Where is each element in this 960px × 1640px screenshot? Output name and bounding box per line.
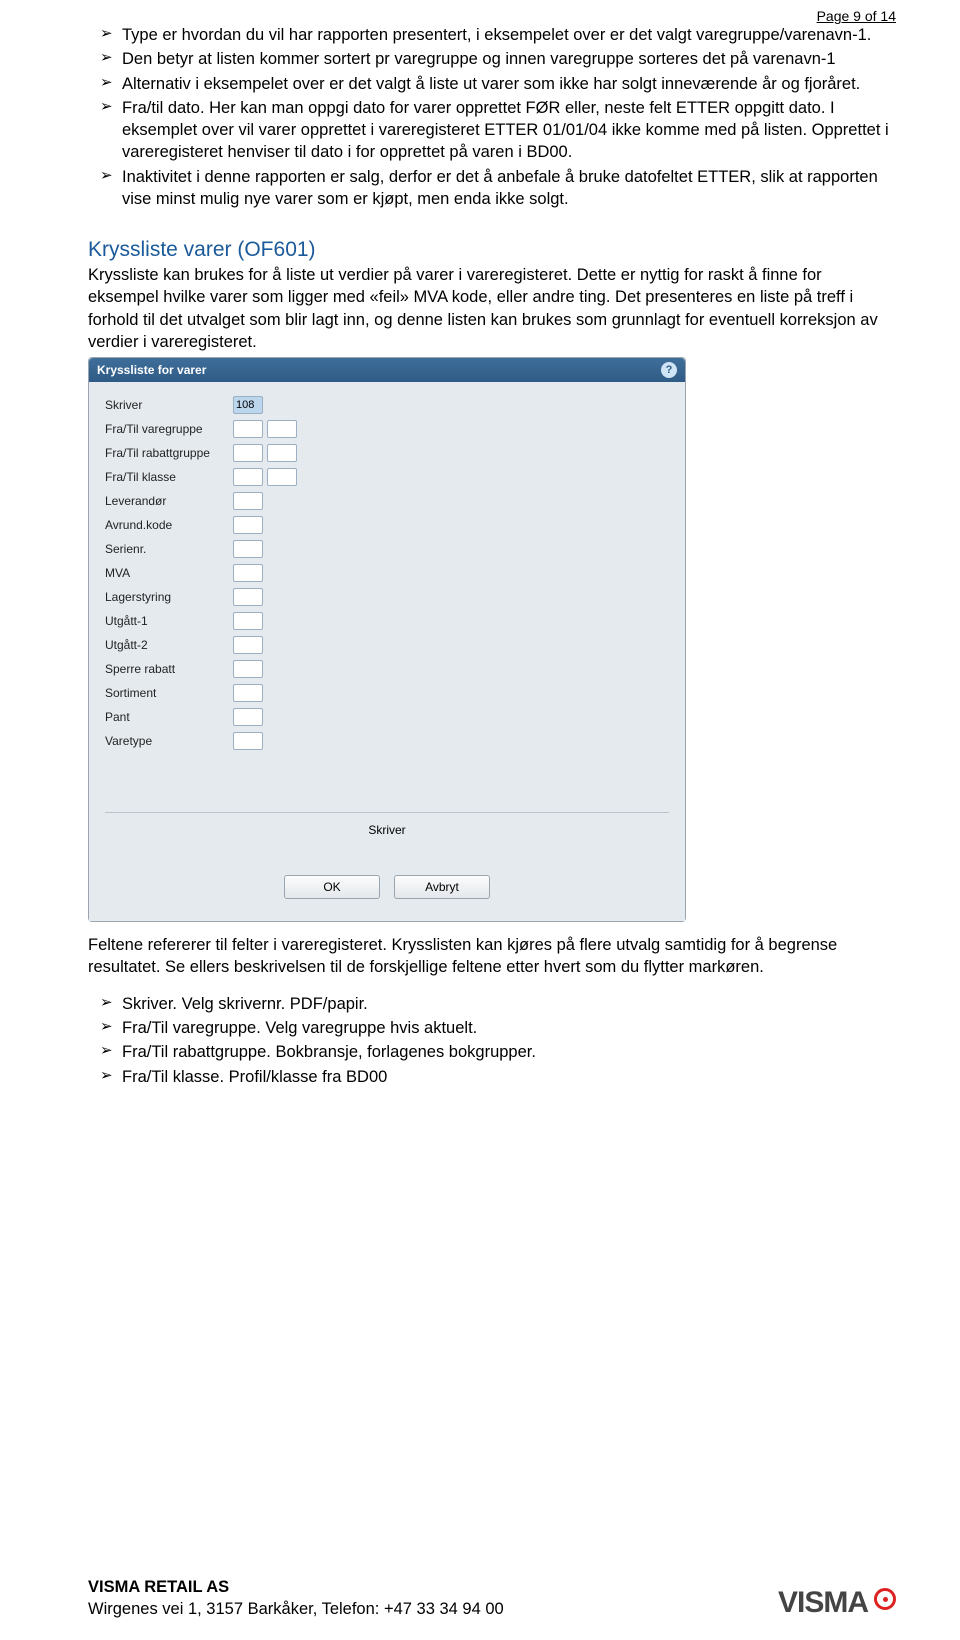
- fra-varegruppe-input[interactable]: [233, 420, 263, 438]
- list-item: Fra/Til klasse. Profil/klasse fra BD00: [88, 1066, 896, 1088]
- sortiment-input[interactable]: [233, 684, 263, 702]
- cancel-button[interactable]: Avbryt: [394, 875, 490, 899]
- footer-company: VISMA RETAIL AS: [88, 1577, 504, 1598]
- field-label: Fra/Til klasse: [105, 470, 233, 484]
- avrund-input[interactable]: [233, 516, 263, 534]
- varetype-input[interactable]: [233, 732, 263, 750]
- field-label: Avrund.kode: [105, 518, 233, 532]
- til-klasse-input[interactable]: [267, 468, 297, 486]
- logo-text: VISMA: [778, 1586, 868, 1620]
- pant-input[interactable]: [233, 708, 263, 726]
- field-label: Lagerstyring: [105, 590, 233, 604]
- ok-button[interactable]: OK: [284, 875, 380, 899]
- footer-address: Wirgenes vei 1, 3157 Barkåker, Telefon: …: [88, 1599, 504, 1620]
- list-item: Fra/Til varegruppe. Velg varegruppe hvis…: [88, 1017, 896, 1039]
- field-label: Fra/Til varegruppe: [105, 422, 233, 436]
- intro-bullet-list: Type er hvordan du vil har rapporten pre…: [88, 24, 896, 210]
- page-footer: VISMA RETAIL AS Wirgenes vei 1, 3157 Bar…: [88, 1577, 896, 1620]
- til-rabatt-input[interactable]: [267, 444, 297, 462]
- field-label: Pant: [105, 710, 233, 724]
- print-label: Skriver: [368, 823, 405, 837]
- list-item: Fra/til dato. Her kan man oppgi dato for…: [88, 97, 896, 164]
- dialog-separator: [105, 812, 669, 813]
- list-item: Den betyr at listen kommer sortert pr va…: [88, 48, 896, 70]
- after-dialog-text: Feltene refererer til felter i vareregis…: [88, 934, 896, 979]
- sperre-rabatt-input[interactable]: [233, 660, 263, 678]
- utgatt2-input[interactable]: [233, 636, 263, 654]
- list-item: Type er hvordan du vil har rapporten pre…: [88, 24, 896, 46]
- leverandor-input[interactable]: [233, 492, 263, 510]
- page-number: Page 9 of 14: [817, 8, 896, 24]
- dialog-title-text: Kryssliste for varer: [97, 363, 206, 377]
- field-label: Utgått-1: [105, 614, 233, 628]
- list-item: Fra/Til rabattgruppe. Bokbransje, forlag…: [88, 1041, 896, 1063]
- dialog-kryssliste: Kryssliste for varer ? Skriver Fra/Til v…: [88, 357, 686, 922]
- field-label: Leverandør: [105, 494, 233, 508]
- visma-logo: VISMA: [778, 1586, 896, 1620]
- end-bullet-list: Skriver. Velg skrivernr. PDF/papir. Fra/…: [88, 993, 896, 1088]
- skriver-input[interactable]: [233, 396, 263, 414]
- til-varegruppe-input[interactable]: [267, 420, 297, 438]
- field-label: Sperre rabatt: [105, 662, 233, 676]
- field-label: Fra/Til rabattgruppe: [105, 446, 233, 460]
- mva-input[interactable]: [233, 564, 263, 582]
- help-icon[interactable]: ?: [661, 362, 677, 378]
- logo-mark-icon: [874, 1588, 896, 1610]
- field-label: Serienr.: [105, 542, 233, 556]
- field-label: MVA: [105, 566, 233, 580]
- fra-rabatt-input[interactable]: [233, 444, 263, 462]
- field-label: Skriver: [105, 398, 233, 412]
- dialog-titlebar: Kryssliste for varer ?: [89, 358, 685, 382]
- section-intro: Kryssliste kan brukes for å liste ut ver…: [88, 264, 896, 353]
- list-item: Alternativ i eksempelet over er det valg…: [88, 73, 896, 95]
- list-item: Skriver. Velg skrivernr. PDF/papir.: [88, 993, 896, 1015]
- utgatt1-input[interactable]: [233, 612, 263, 630]
- field-label: Varetype: [105, 734, 233, 748]
- field-label: Utgått-2: [105, 638, 233, 652]
- serienr-input[interactable]: [233, 540, 263, 558]
- lagerstyring-input[interactable]: [233, 588, 263, 606]
- section-heading: Kryssliste varer (OF601): [88, 238, 896, 262]
- fra-klasse-input[interactable]: [233, 468, 263, 486]
- list-item: Inaktivitet i denne rapporten er salg, d…: [88, 166, 896, 211]
- field-label: Sortiment: [105, 686, 233, 700]
